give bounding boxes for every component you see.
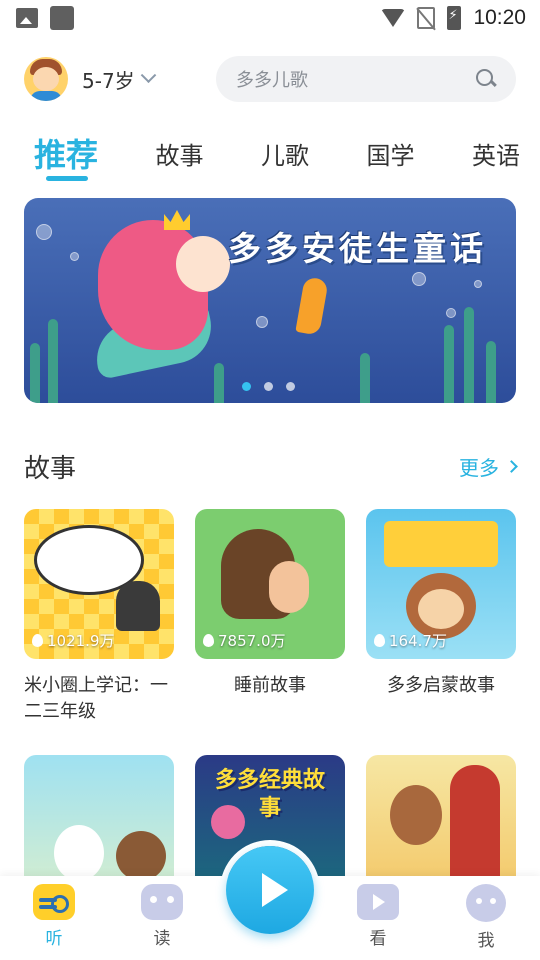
chevron-right-icon xyxy=(505,459,518,473)
tab-label: 英语 xyxy=(471,142,520,170)
nav-label: 听 xyxy=(45,929,63,949)
flame-icon xyxy=(203,634,214,647)
nav-read[interactable]: 读 xyxy=(122,884,202,949)
tab-label: 国学 xyxy=(366,142,415,170)
banner-title: 多多安徒生童话 xyxy=(228,229,487,268)
flame-icon xyxy=(32,634,43,647)
carousel-dot xyxy=(286,382,295,391)
nav-label: 读 xyxy=(153,929,171,949)
carousel-indicator xyxy=(242,382,295,391)
app-notification-icon xyxy=(50,6,74,30)
play-count: 1021.9万 xyxy=(32,630,115,651)
wifi-icon xyxy=(381,9,406,27)
play-count-value: 164.7万 xyxy=(389,632,447,650)
tab-classics[interactable]: 国学 xyxy=(366,130,414,171)
play-count: 7857.0万 xyxy=(203,630,286,651)
search-icon[interactable] xyxy=(476,69,496,89)
play-icon xyxy=(262,873,288,907)
promo-banner[interactable]: 多多安徒生童话 xyxy=(24,198,516,403)
section-header: 故事 更多 xyxy=(24,446,518,486)
play-count-value: 1021.9万 xyxy=(47,632,115,650)
story-title[interactable]: 睡前故事 xyxy=(195,673,345,699)
tab-label: 推荐 xyxy=(34,136,99,174)
story-card-row: 1021.9万 米小圈上学记：一二三年级 7857.0万 睡前故事 164.7万… xyxy=(24,509,516,725)
more-label: 更多 xyxy=(459,455,499,480)
story-card[interactable]: 164.7万 多多启蒙故事 xyxy=(366,509,516,725)
tab-label: 儿歌 xyxy=(260,142,309,170)
tab-songs[interactable]: 儿歌 xyxy=(261,130,309,171)
tab-english[interactable]: 英语 xyxy=(472,130,520,171)
story-thumbnail[interactable] xyxy=(366,755,516,895)
tab-active-indicator xyxy=(46,176,88,181)
play-count: 164.7万 xyxy=(374,630,447,651)
tab-recommend[interactable]: 推荐 xyxy=(34,130,99,181)
section-title: 故事 xyxy=(24,453,77,484)
search-input[interactable]: 多多儿歌 xyxy=(236,66,476,92)
more-button[interactable]: 更多 xyxy=(459,452,518,481)
battery-charging-icon xyxy=(447,6,462,30)
story-thumbnail[interactable]: 1021.9万 xyxy=(24,509,174,659)
story-thumbnail[interactable]: 7857.0万 xyxy=(195,509,345,659)
status-bar: 10:20 xyxy=(0,0,540,36)
play-count-value: 7857.0万 xyxy=(218,632,286,650)
story-title[interactable]: 米小圈上学记：一二三年级 xyxy=(24,673,174,725)
age-selector-label[interactable]: 5-7岁 xyxy=(82,65,135,94)
crown-icon xyxy=(164,210,190,230)
image-notification-icon xyxy=(16,8,38,28)
header: 5-7岁 多多儿歌 xyxy=(24,56,516,102)
carousel-dot xyxy=(264,382,273,391)
tab-label: 故事 xyxy=(155,142,204,170)
category-tabs: 推荐 故事 儿歌 国学 英语 xyxy=(34,130,520,190)
no-sim-icon xyxy=(417,7,436,29)
story-title[interactable]: 多多启蒙故事 xyxy=(366,673,516,699)
play-button[interactable] xyxy=(226,846,314,934)
nav-listen[interactable]: 听 xyxy=(14,884,94,949)
robot-head-icon xyxy=(466,884,506,922)
robot-face-icon xyxy=(141,884,183,920)
bottom-navigation: 听 读 看 我 xyxy=(0,846,540,960)
chevron-down-icon[interactable] xyxy=(140,66,156,83)
clock: 10:20 xyxy=(473,6,526,29)
flame-icon xyxy=(374,634,385,647)
seahorse-illustration xyxy=(295,276,329,336)
nav-watch[interactable]: 看 xyxy=(338,884,418,949)
story-thumbnail[interactable] xyxy=(24,755,174,895)
nav-me[interactable]: 我 xyxy=(446,884,526,951)
tv-icon xyxy=(357,884,399,920)
nav-label: 我 xyxy=(477,931,495,951)
nav-label: 看 xyxy=(369,929,387,949)
search-bar[interactable]: 多多儿歌 xyxy=(216,56,516,102)
avatar[interactable] xyxy=(24,57,68,101)
tab-stories[interactable]: 故事 xyxy=(156,130,204,171)
story-thumbnail[interactable]: 164.7万 xyxy=(366,509,516,659)
radio-icon xyxy=(33,884,75,920)
story-card[interactable]: 1021.9万 米小圈上学记：一二三年级 xyxy=(24,509,174,725)
story-card[interactable]: 7857.0万 睡前故事 xyxy=(195,509,345,725)
carousel-dot xyxy=(242,382,251,391)
